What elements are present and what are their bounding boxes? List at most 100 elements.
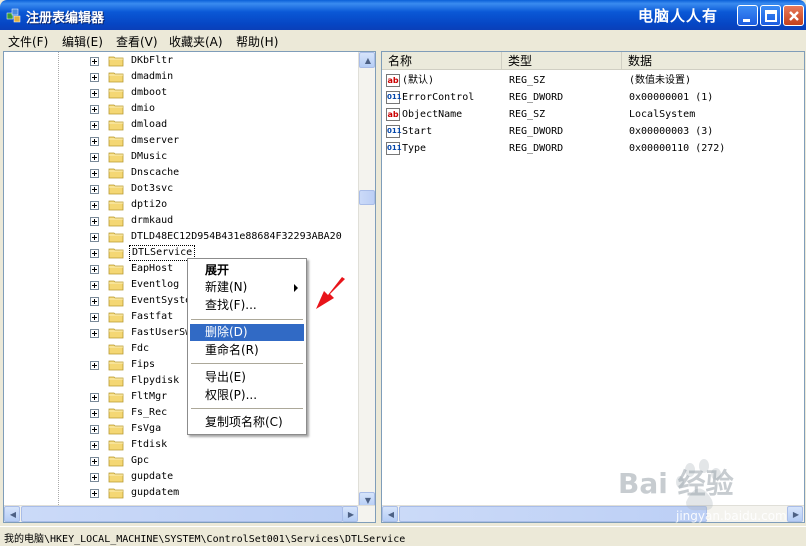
ctx-find[interactable]: 查找(F)... bbox=[190, 297, 304, 314]
ctx-new[interactable]: 新建(N) bbox=[190, 279, 304, 296]
expand-plus-icon[interactable] bbox=[90, 153, 99, 162]
close-button[interactable] bbox=[783, 5, 804, 26]
menu-edit[interactable]: 编辑(E) bbox=[62, 33, 103, 50]
binary-value-icon: 011 bbox=[386, 142, 402, 155]
tree-item-label: FastUserSw bbox=[131, 327, 192, 338]
expand-plus-icon[interactable] bbox=[90, 201, 99, 210]
expand-plus-icon[interactable] bbox=[90, 441, 99, 450]
tree-item-label: gupdate bbox=[131, 471, 174, 482]
ctx-separator bbox=[191, 319, 303, 320]
expand-plus-icon[interactable] bbox=[90, 313, 99, 322]
binary-value-icon: 011 bbox=[386, 91, 402, 104]
value-name: ObjectName bbox=[402, 109, 463, 120]
folder-icon bbox=[108, 456, 124, 467]
expand-plus-icon[interactable] bbox=[90, 137, 99, 146]
expand-plus-icon[interactable] bbox=[90, 361, 99, 370]
scroll-left-button[interactable]: ◀ bbox=[4, 506, 20, 522]
ctx-new-label: 新建(N) bbox=[205, 280, 248, 294]
tree-horizontal-scrollbar[interactable]: ◀ ▶ bbox=[4, 505, 375, 522]
folder-icon bbox=[108, 280, 124, 291]
tree-item-label: FsVga bbox=[131, 423, 162, 434]
tree-item-label: Fastfat bbox=[131, 311, 174, 322]
tree-guide-line bbox=[58, 52, 59, 512]
tree-item-label: dmio bbox=[131, 103, 156, 114]
expand-plus-icon[interactable] bbox=[90, 217, 99, 226]
list-scroll-left-button[interactable]: ◀ bbox=[382, 506, 398, 522]
value-name: (默认) bbox=[402, 75, 435, 86]
value-name: Type bbox=[402, 143, 427, 154]
expand-plus-icon[interactable] bbox=[90, 57, 99, 66]
expand-plus-icon[interactable] bbox=[90, 489, 99, 498]
expand-plus-icon[interactable] bbox=[90, 425, 99, 434]
title-bar[interactable]: 注册表编辑器 电脑人人有 bbox=[0, 0, 806, 30]
expand-plus-icon[interactable] bbox=[90, 393, 99, 402]
expand-plus-icon[interactable] bbox=[90, 249, 99, 258]
menu-bar: 文件(F) 编辑(E) 查看(V) 收藏夹(A) 帮助(H) bbox=[0, 30, 806, 50]
expand-plus-icon[interactable] bbox=[90, 121, 99, 130]
minimize-icon bbox=[743, 19, 750, 22]
string-value-icon: ab bbox=[386, 108, 400, 121]
tree-vertical-scrollbar[interactable]: ▲ ▼ bbox=[358, 52, 375, 509]
scroll-right-button[interactable]: ▶ bbox=[342, 506, 358, 522]
menu-help[interactable]: 帮助(H) bbox=[236, 33, 278, 50]
tree-item-label: dmserver bbox=[131, 135, 180, 146]
list-item[interactable]: 011 Type REG_DWORD 0x00000110 (272) bbox=[386, 140, 800, 157]
expand-plus-icon[interactable] bbox=[90, 265, 99, 274]
values-list-pane[interactable]: 名称 类型 数据 ab (默认) REG_SZ (数值未设置) 011 ErrorCont… bbox=[381, 51, 805, 523]
ctx-copy-key-name[interactable]: 复制项名称(C) bbox=[190, 414, 304, 431]
binary-value-icon: 011 bbox=[386, 125, 402, 138]
column-header-data[interactable]: 数据 bbox=[622, 52, 804, 70]
expand-plus-icon[interactable] bbox=[90, 473, 99, 482]
list-item[interactable]: 011 ErrorControl REG_DWORD 0x00000001 (1) bbox=[386, 89, 800, 106]
expand-plus-icon[interactable] bbox=[90, 105, 99, 114]
list-scroll-right-button[interactable]: ▶ bbox=[787, 506, 803, 522]
value-type: REG_SZ bbox=[509, 109, 546, 120]
expand-plus-icon[interactable] bbox=[90, 409, 99, 418]
list-hscroll-thumb[interactable] bbox=[399, 506, 707, 522]
tree-item-label: DMusic bbox=[131, 151, 168, 162]
folder-icon bbox=[108, 56, 124, 67]
folder-icon bbox=[108, 200, 124, 211]
ctx-rename[interactable]: 重命名(R) bbox=[190, 342, 304, 359]
folder-icon bbox=[108, 136, 124, 147]
menu-view[interactable]: 查看(V) bbox=[116, 33, 158, 50]
ctx-permissions[interactable]: 权限(P)... bbox=[190, 387, 304, 404]
folder-icon bbox=[108, 408, 124, 419]
column-header-type[interactable]: 类型 bbox=[502, 52, 622, 70]
minimize-button[interactable] bbox=[737, 5, 758, 26]
tree-item-label: dpti2o bbox=[131, 199, 168, 210]
ctx-separator bbox=[191, 408, 303, 409]
menu-file[interactable]: 文件(F) bbox=[8, 33, 48, 50]
expand-plus-icon[interactable] bbox=[90, 297, 99, 306]
folder-icon bbox=[108, 376, 124, 387]
tree-item-label: EapHost bbox=[131, 263, 174, 274]
expand-plus-icon[interactable] bbox=[90, 233, 99, 242]
tree-item-label: Fs_Rec bbox=[131, 407, 168, 418]
maximize-icon bbox=[765, 10, 777, 22]
expand-plus-icon[interactable] bbox=[90, 185, 99, 194]
scroll-up-button[interactable]: ▲ bbox=[359, 52, 375, 68]
menu-favorites[interactable]: 收藏夹(A) bbox=[169, 33, 223, 50]
submenu-arrow-icon bbox=[294, 284, 298, 292]
tree-item-label: DTLService bbox=[129, 245, 196, 261]
expand-plus-icon[interactable] bbox=[90, 73, 99, 82]
list-item[interactable]: 011 Start REG_DWORD 0x00000003 (3) bbox=[386, 123, 800, 140]
ctx-delete[interactable]: 删除(D) bbox=[190, 324, 304, 341]
maximize-button[interactable] bbox=[760, 5, 781, 26]
expand-plus-icon[interactable] bbox=[90, 169, 99, 178]
tree-item-label: DTLD48EC12D954B431e88684F32293ABA20 bbox=[131, 231, 342, 242]
column-header-name[interactable]: 名称 bbox=[382, 52, 502, 70]
expand-plus-icon[interactable] bbox=[90, 281, 99, 290]
ctx-export[interactable]: 导出(E) bbox=[190, 369, 304, 386]
list-item[interactable]: ab ObjectName REG_SZ LocalSystem bbox=[386, 106, 800, 123]
value-data: (数值未设置) bbox=[629, 75, 692, 86]
expand-plus-icon[interactable] bbox=[90, 89, 99, 98]
expand-plus-icon[interactable] bbox=[90, 329, 99, 338]
tree-hscroll-thumb[interactable] bbox=[21, 506, 343, 522]
folder-icon bbox=[108, 296, 124, 307]
ctx-expand[interactable]: 展开 bbox=[190, 262, 304, 279]
list-item[interactable]: ab (默认) REG_SZ (数值未设置) bbox=[386, 72, 800, 89]
expand-plus-icon[interactable] bbox=[90, 457, 99, 466]
tree-scroll-thumb[interactable] bbox=[359, 190, 375, 205]
folder-icon bbox=[108, 232, 124, 243]
